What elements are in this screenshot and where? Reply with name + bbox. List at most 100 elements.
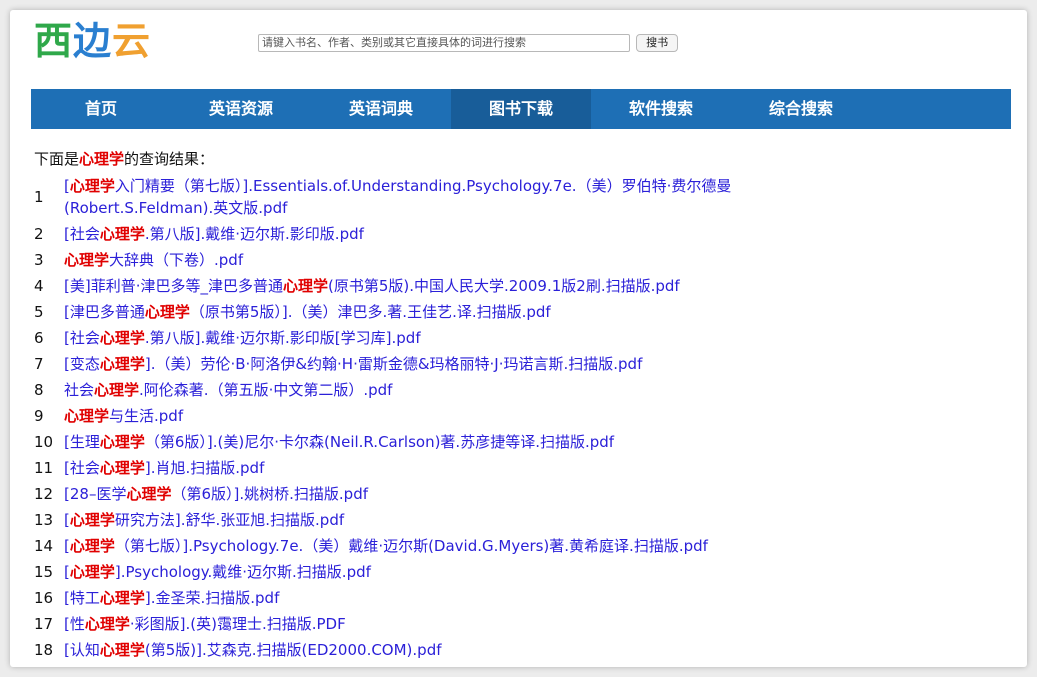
result-text-pre: [生理 bbox=[64, 433, 100, 451]
result-row: 5 [津巴多普通心理学（原书第5版）].（美）津巴多.著.王佳艺.译.扫描版.pd… bbox=[34, 301, 1007, 323]
result-link[interactable]: [特工心理学].金圣荣.扫描版.pdf bbox=[64, 587, 754, 609]
result-link[interactable]: 社会心理学.阿伦森著.（第五版·中文第二版）.pdf bbox=[64, 379, 754, 401]
result-text-post: (原书第5版).中国人民大学.2009.1版2刷.扫描版.pdf bbox=[328, 277, 680, 295]
search-input[interactable] bbox=[258, 33, 630, 52]
result-text-post: ].肖旭.扫描版.pdf bbox=[144, 459, 265, 477]
result-text-pre: [性 bbox=[64, 615, 85, 633]
result-number: 11 bbox=[34, 459, 54, 477]
result-link[interactable]: [社会心理学].肖旭.扫描版.pdf bbox=[64, 457, 754, 479]
result-text-pre: 社会 bbox=[64, 381, 95, 399]
result-link[interactable]: [社会心理学.第八版].戴维·迈尔斯.影印版[学习库].pdf bbox=[64, 327, 754, 349]
result-text-post: ].金圣荣.扫描版.pdf bbox=[144, 589, 280, 607]
result-number: 2 bbox=[34, 225, 44, 243]
logo-char-1: 西 bbox=[34, 19, 74, 63]
result-keyword: 心理学 bbox=[84, 615, 130, 633]
result-row: 3 心理学大辞典（下卷）.pdf bbox=[34, 249, 1007, 271]
result-text-pre: [社会 bbox=[64, 225, 100, 243]
result-number: 4 bbox=[34, 277, 44, 295]
result-text-post: ].Psychology.戴维·迈尔斯.扫描版.pdf bbox=[114, 563, 371, 581]
result-link[interactable]: [心理学入门精要（第七版）].Essentials.of.Understandi… bbox=[64, 175, 754, 219]
nav-item[interactable]: 英语词典 bbox=[311, 89, 451, 129]
result-number: 16 bbox=[34, 589, 54, 607]
result-number: 17 bbox=[34, 615, 54, 633]
result-number: 8 bbox=[34, 381, 44, 399]
result-text-post: (第5版)].艾森克.扫描版(ED2000.COM).pdf bbox=[144, 641, 442, 659]
result-text-post: （第6版）].姚树桥.扫描版.pdf bbox=[171, 485, 368, 503]
result-number: 10 bbox=[34, 433, 54, 451]
result-row: 1 [心理学入门精要（第七版）].Essentials.of.Understand… bbox=[34, 175, 1007, 219]
result-keyword: 心理学 bbox=[69, 537, 115, 555]
result-row: 12 [28–医学心理学（第6版）].姚树桥.扫描版.pdf bbox=[34, 483, 1007, 505]
nav-item[interactable]: 图书下载 bbox=[451, 89, 591, 129]
result-row: 10 [生理心理学（第6版）].(美)尼尔·卡尔森(Neil.R.Carlson)… bbox=[34, 431, 1007, 453]
result-text-post: ].（美）劳伦·B·阿洛伊&约翰·H·雷斯金德&玛格丽特·J·玛诺言斯.扫描版.… bbox=[144, 355, 643, 373]
result-link[interactable]: [28–医学心理学（第6版）].姚树桥.扫描版.pdf bbox=[64, 483, 754, 505]
main-nav: 首页 英语资源 英语词典 图书下载 软件搜索 综合搜索 bbox=[31, 89, 1011, 129]
search-results: 下面是心理学的查询结果： 1 [心理学入门精要（第七版）].Essentials.… bbox=[34, 148, 1007, 665]
result-link[interactable]: [心理学（第七版）].Psychology.7e.（美）戴维·迈尔斯(David… bbox=[64, 535, 754, 557]
result-text-pre: [美]菲利普·津巴多等_津巴多普通 bbox=[64, 277, 283, 295]
result-text-post: （原书第5版）].（美）津巴多.著.王佳艺.译.扫描版.pdf bbox=[189, 303, 551, 321]
nav-item[interactable]: 首页 bbox=[31, 89, 171, 129]
result-text-pre: [28–医学 bbox=[64, 485, 127, 503]
results-intro: 下面是心理学的查询结果： bbox=[34, 148, 1007, 169]
result-keyword: 心理学 bbox=[99, 355, 145, 373]
result-number: 13 bbox=[34, 511, 54, 529]
intro-suffix: 的查询结果： bbox=[124, 150, 215, 168]
result-link[interactable]: [心理学].Psychology.戴维·迈尔斯.扫描版.pdf bbox=[64, 561, 754, 583]
result-row: 8 社会心理学.阿伦森著.（第五版·中文第二版）.pdf bbox=[34, 379, 1007, 401]
result-keyword: 心理学 bbox=[126, 485, 172, 503]
result-link[interactable]: [变态心理学].（美）劳伦·B·阿洛伊&约翰·H·雷斯金德&玛格丽特·J·玛诺言… bbox=[64, 353, 754, 375]
result-text-post: .第八版].戴维·迈尔斯.影印版.pdf bbox=[144, 225, 364, 243]
search-button[interactable]: 搜书 bbox=[636, 33, 679, 52]
result-number: 18 bbox=[34, 641, 54, 659]
result-keyword: 心理学 bbox=[99, 433, 145, 451]
result-number: 14 bbox=[34, 537, 54, 555]
result-link[interactable]: [性心理学·彩图版].(英)霭理士.扫描版.PDF bbox=[64, 613, 754, 635]
result-keyword: 心理学 bbox=[69, 563, 115, 581]
result-keyword: 心理学 bbox=[99, 641, 145, 659]
logo-char-2: 边 bbox=[73, 19, 113, 63]
intro-prefix: 下面是 bbox=[34, 150, 80, 168]
result-number: 15 bbox=[34, 563, 54, 581]
result-number: 1 bbox=[34, 188, 44, 206]
result-row: 18 [认知心理学(第5版)].艾森克.扫描版(ED2000.COM).pdf bbox=[34, 639, 1007, 661]
result-link[interactable]: [心理学研究方法].舒华.张亚旭.扫描版.pdf bbox=[64, 509, 754, 531]
result-number: 12 bbox=[34, 485, 54, 503]
result-number: 7 bbox=[34, 355, 44, 373]
result-link[interactable]: 心理学大辞典（下卷）.pdf bbox=[64, 249, 754, 271]
result-link[interactable]: [生理心理学（第6版）].(美)尼尔·卡尔森(Neil.R.Carlson)著.… bbox=[64, 431, 754, 453]
intro-keyword: 心理学 bbox=[79, 150, 125, 168]
result-text-post: ·彩图版].(英)霭理士.扫描版.PDF bbox=[129, 615, 346, 633]
result-text-post: .第八版].戴维·迈尔斯.影印版[学习库].pdf bbox=[144, 329, 421, 347]
result-text-post: 与生活.pdf bbox=[109, 407, 184, 425]
nav-item[interactable]: 软件搜索 bbox=[591, 89, 731, 129]
result-keyword: 心理学 bbox=[64, 407, 110, 425]
result-text-post: （第6版）].(美)尼尔·卡尔森(Neil.R.Carlson)著.苏彦捷等译.… bbox=[144, 433, 615, 451]
nav-item[interactable]: 综合搜索 bbox=[731, 89, 871, 129]
nav-item[interactable]: 英语资源 bbox=[171, 89, 311, 129]
result-text-post: （第七版）].Psychology.7e.（美）戴维·迈尔斯(David.G.M… bbox=[114, 537, 708, 555]
result-text-post: .阿伦森著.（第五版·中文第二版）.pdf bbox=[139, 381, 393, 399]
result-text-pre: [社会 bbox=[64, 329, 100, 347]
logo-char-3: 云 bbox=[112, 19, 152, 63]
result-link[interactable]: [认知心理学(第5版)].艾森克.扫描版(ED2000.COM).pdf bbox=[64, 639, 754, 661]
result-row: 15 [心理学].Psychology.戴维·迈尔斯.扫描版.pdf bbox=[34, 561, 1007, 583]
result-row: 4 [美]菲利普·津巴多等_津巴多普通心理学(原书第5版).中国人民大学.2009… bbox=[34, 275, 1007, 297]
result-text-pre: [认知 bbox=[64, 641, 100, 659]
result-keyword: 心理学 bbox=[94, 381, 140, 399]
search-bar: 搜书 bbox=[258, 32, 679, 52]
result-link[interactable]: 心理学与生活.pdf bbox=[64, 405, 754, 427]
result-row: 11 [社会心理学].肖旭.扫描版.pdf bbox=[34, 457, 1007, 479]
result-link[interactable]: [津巴多普通心理学（原书第5版）].（美）津巴多.著.王佳艺.译.扫描版.pdf bbox=[64, 301, 754, 323]
result-keyword: 心理学 bbox=[69, 511, 115, 529]
result-text-post: 大辞典（下卷）.pdf bbox=[109, 251, 244, 269]
result-text-pre: [社会 bbox=[64, 459, 100, 477]
result-link[interactable]: [美]菲利普·津巴多等_津巴多普通心理学(原书第5版).中国人民大学.2009.… bbox=[64, 275, 754, 297]
site-logo[interactable]: 西边云 bbox=[34, 22, 151, 60]
result-keyword: 心理学 bbox=[99, 589, 145, 607]
result-link[interactable]: [社会心理学.第八版].戴维·迈尔斯.影印版.pdf bbox=[64, 223, 754, 245]
result-text-pre: [变态 bbox=[64, 355, 100, 373]
results-list: 1 [心理学入门精要（第七版）].Essentials.of.Understand… bbox=[34, 175, 1007, 661]
result-row: 17 [性心理学·彩图版].(英)霭理士.扫描版.PDF bbox=[34, 613, 1007, 635]
